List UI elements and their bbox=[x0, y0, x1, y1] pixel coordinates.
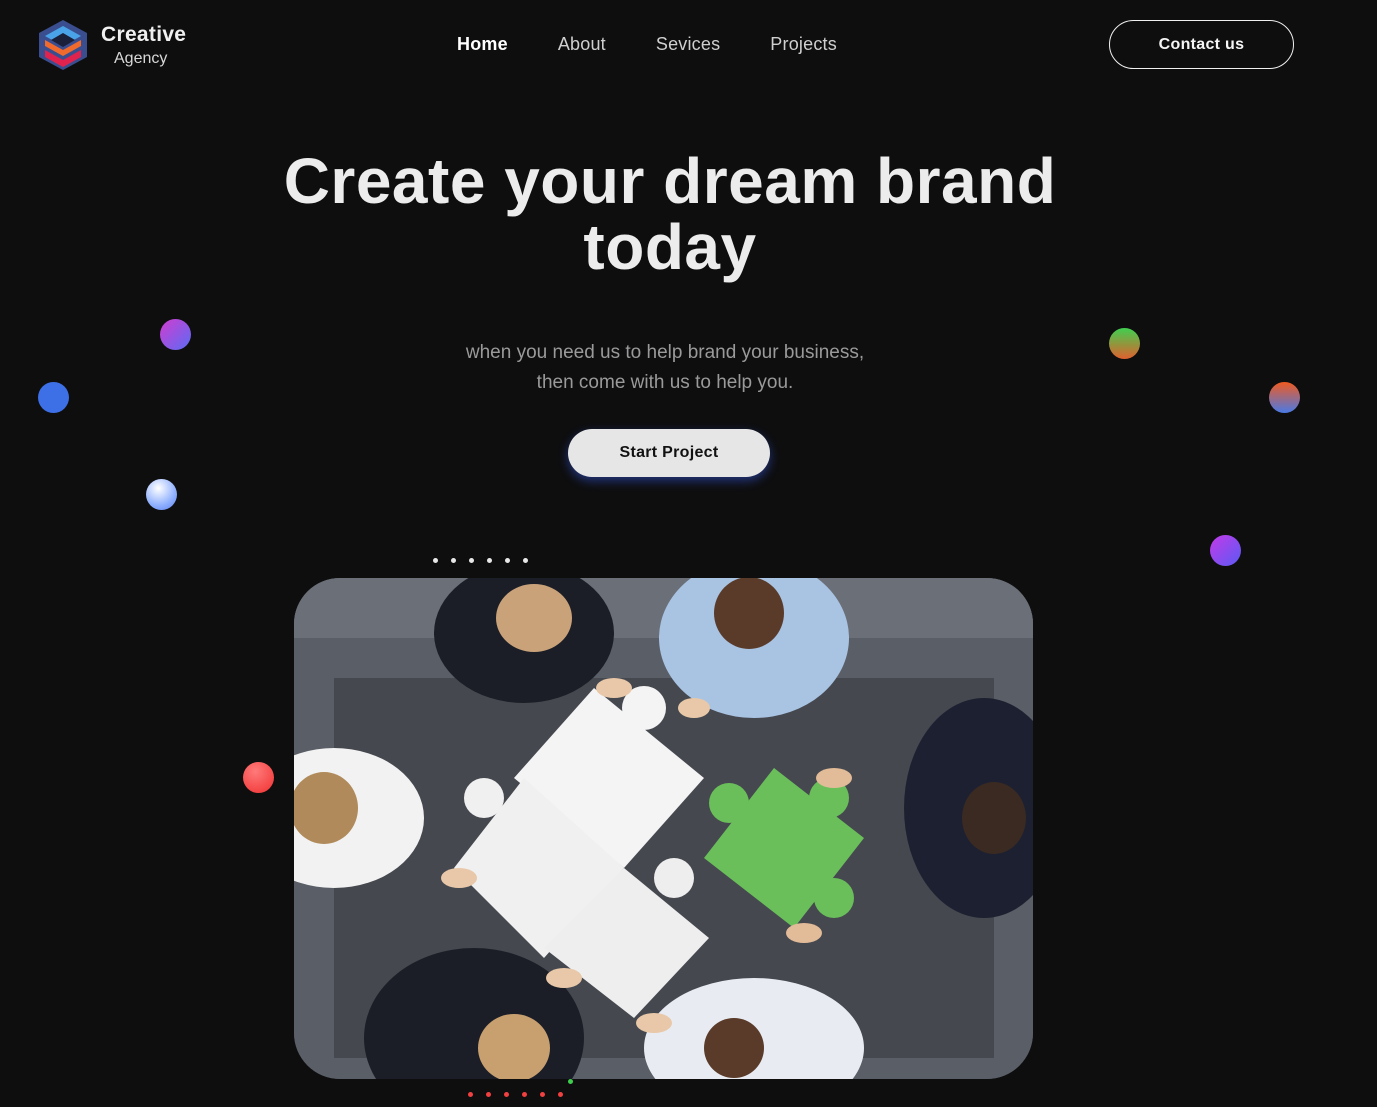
decorative-circle-purple bbox=[160, 319, 191, 350]
hero-title-line2: today bbox=[583, 211, 757, 283]
team-puzzle-image bbox=[294, 578, 1033, 1079]
hero-subtitle-line2: then come with us to help you. bbox=[536, 372, 794, 393]
decorative-circle-light-blue bbox=[146, 479, 177, 510]
nav-about[interactable]: About bbox=[558, 34, 606, 55]
hero-title: Create your dream brand today bbox=[240, 148, 1100, 280]
landing-page: Creative Agency Home About Sevices Proje… bbox=[0, 0, 1377, 1107]
brand-logo[interactable]: Creative Agency bbox=[37, 18, 186, 72]
nav-home[interactable]: Home bbox=[457, 34, 508, 55]
decorative-dots-red bbox=[468, 1092, 563, 1097]
team-puzzle-illustration bbox=[294, 578, 1033, 1079]
decorative-dot-green bbox=[568, 1079, 573, 1084]
brand-tagline: Agency bbox=[114, 49, 168, 67]
decorative-circle-green-orange bbox=[1109, 328, 1140, 359]
brand-name: Creative bbox=[101, 22, 187, 46]
hero-title-line1: Create your dream brand bbox=[283, 145, 1057, 217]
hero-subtitle-line1: when you need us to help brand your busi… bbox=[465, 342, 865, 363]
decorative-circle-red bbox=[243, 762, 274, 793]
decorative-dots-white bbox=[433, 558, 528, 563]
decorative-circle-blue bbox=[38, 382, 69, 413]
decorative-circle-orange-blue bbox=[1269, 382, 1300, 413]
nav-services[interactable]: Sevices bbox=[656, 34, 720, 55]
hexagon-logo-icon bbox=[39, 20, 87, 70]
hero-subtitle: when you need us to help brand your busi… bbox=[400, 338, 930, 398]
start-project-button[interactable]: Start Project bbox=[568, 429, 770, 477]
decorative-circle-violet bbox=[1210, 535, 1241, 566]
contact-us-button[interactable]: Contact us bbox=[1109, 20, 1294, 69]
nav-projects[interactable]: Projects bbox=[770, 34, 837, 55]
main-nav: Home About Sevices Projects bbox=[457, 34, 837, 55]
